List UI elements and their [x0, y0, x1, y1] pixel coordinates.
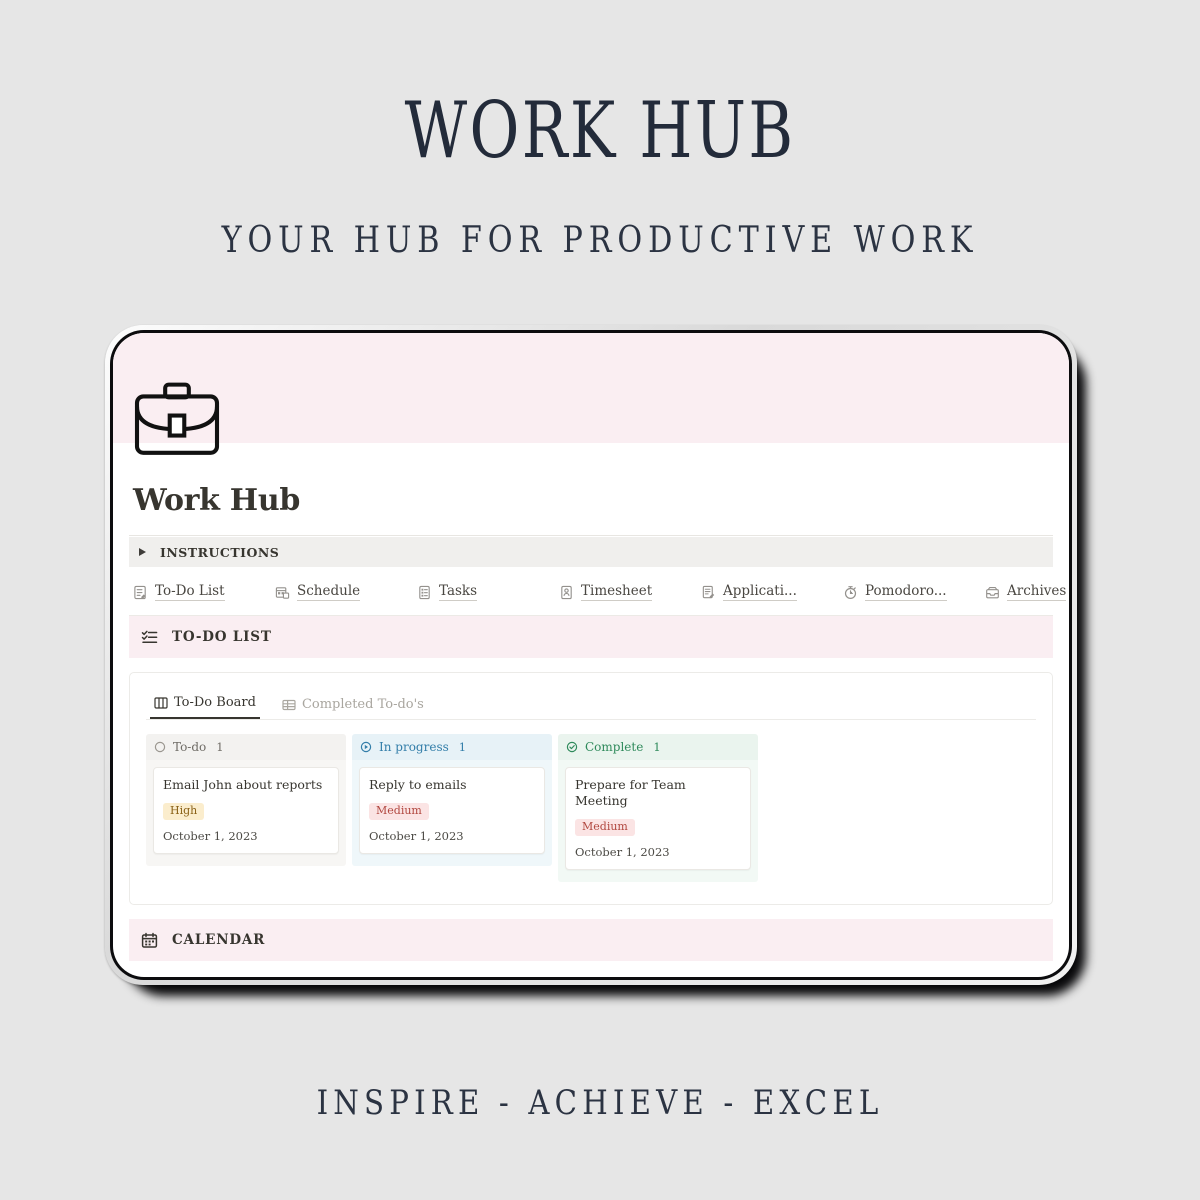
section-title: CALENDAR — [172, 932, 266, 948]
section-header-calendar: CALENDAR — [129, 919, 1053, 961]
calendar-view-label: Calendar view — [157, 975, 248, 977]
column-status-name: Complete — [585, 740, 644, 754]
page-tagline: INSPIRE - ACHIEVE - EXCEL — [316, 1083, 884, 1123]
tab-label: To-Do Board — [174, 695, 256, 710]
caret-right-icon[interactable] — [139, 548, 146, 556]
nav-item-label: Tasks — [439, 583, 478, 601]
nav-item-label: To-Do List — [155, 583, 225, 601]
kanban-column-to-do: To-do 1 Email John about reports High Oc… — [146, 734, 346, 882]
page-title: WORK HUB — [404, 86, 796, 176]
nav-item-label: Timesheet — [581, 583, 653, 601]
kanban-column-in-progress: In progress 1 Reply to emails Medium Oct… — [352, 734, 552, 882]
page-nav-row: To-Do List Schedule Tasks Timesheet Appl… — [129, 567, 1067, 616]
column-header[interactable]: In progress 1 — [352, 734, 552, 760]
circle-empty-icon — [154, 741, 166, 753]
instructions-toggle[interactable]: INSTRUCTIONS — [129, 537, 1053, 567]
nav-item-schedule[interactable]: Schedule — [275, 583, 417, 601]
nav-item-to-do-list[interactable]: To-Do List — [133, 583, 275, 601]
board-view-icon — [154, 696, 168, 710]
checklist-note-icon — [133, 585, 148, 600]
calendar-icon — [141, 932, 158, 949]
column-cards: Reply to emails Medium October 1, 2023 — [352, 760, 552, 866]
tab-to-do-board[interactable]: To-Do Board — [150, 691, 260, 719]
card-title: Prepare for Team Meeting — [575, 777, 686, 808]
timer-icon — [843, 585, 858, 600]
column-count: 1 — [458, 740, 467, 754]
column-cards: Prepare for Team Meeting Medium October … — [558, 760, 758, 882]
column-count: 1 — [216, 740, 224, 754]
nav-item-label: Schedule — [297, 583, 361, 601]
instructions-toggle-label: INSTRUCTIONS — [160, 544, 280, 560]
todo-database: To-Do Board Completed To-do's To-do 1 Em… — [129, 672, 1053, 905]
page-cover-image — [113, 333, 1069, 443]
kanban-card[interactable]: Reply to emails Medium October 1, 2023 — [359, 767, 545, 854]
circle-play-icon — [360, 741, 372, 753]
priority-badge: Medium — [575, 819, 635, 836]
calendar-blocks-icon — [275, 585, 290, 600]
device-bezel: Work Hub INSTRUCTIONS To-Do List Schedul… — [110, 330, 1072, 980]
divider — [129, 535, 1053, 536]
device-screen: Work Hub INSTRUCTIONS To-Do List Schedul… — [113, 333, 1069, 977]
column-status-name: In progress — [379, 740, 449, 754]
card-date: October 1, 2023 — [575, 845, 670, 859]
nav-item-label: Archives — [1007, 583, 1067, 601]
section-header-to-do-list: TO-DO LIST — [129, 616, 1053, 658]
nav-item-label: Applicati... — [723, 583, 797, 601]
circle-check-icon — [566, 741, 578, 753]
column-cards: Email John about reports High October 1,… — [146, 760, 346, 866]
briefcase-icon[interactable] — [131, 381, 223, 461]
tab-completed-to-dos[interactable]: Completed To-do's — [278, 693, 428, 719]
card-date: October 1, 2023 — [369, 829, 464, 843]
column-header[interactable]: Complete 1 — [558, 734, 758, 760]
tablet-device: Work Hub INSTRUCTIONS To-Do List Schedul… — [105, 325, 1077, 985]
calendar-view-icon — [135, 976, 149, 977]
kanban-card[interactable]: Email John about reports High October 1,… — [153, 767, 339, 854]
page-subtitle: YOUR HUB FOR PRODUCTIVE WORK — [221, 220, 979, 261]
calendar-view-row[interactable]: Calendar view — [129, 961, 1053, 977]
nav-item-timesheet[interactable]: Timesheet — [559, 583, 701, 601]
nav-item-pomodoro[interactable]: Pomodoro... — [843, 583, 985, 601]
application-doc-icon — [701, 585, 716, 600]
checklist-icon — [141, 629, 158, 646]
nav-item-tasks[interactable]: Tasks — [417, 583, 559, 601]
card-title: Email John about reports — [163, 777, 323, 792]
task-list-icon — [417, 585, 432, 600]
nav-item-archives[interactable]: Archives — [985, 583, 1069, 601]
priority-badge: Medium — [369, 803, 429, 820]
column-count: 1 — [653, 740, 661, 754]
card-date: October 1, 2023 — [163, 829, 258, 843]
kanban-board: To-do 1 Email John about reports High Oc… — [146, 734, 1036, 882]
archive-box-icon — [985, 585, 1000, 600]
nav-item-label: Pomodoro... — [865, 583, 947, 601]
column-header[interactable]: To-do 1 — [146, 734, 346, 760]
tab-label: Completed To-do's — [301, 697, 424, 712]
nav-item-applications[interactable]: Applicati... — [701, 583, 843, 601]
kanban-column-complete: Complete 1 Prepare for Team Meeting Medi… — [558, 734, 758, 882]
database-view-tabs: To-Do Board Completed To-do's — [146, 691, 1036, 720]
section-title: TO-DO LIST — [172, 629, 272, 645]
notion-page-title[interactable]: Work Hub — [129, 443, 1053, 519]
column-status-name: To-do — [173, 740, 207, 754]
card-title: Reply to emails — [369, 777, 467, 792]
kanban-card[interactable]: Prepare for Team Meeting Medium October … — [565, 767, 751, 870]
priority-badge: High — [163, 803, 205, 820]
timesheet-card-icon — [559, 585, 574, 600]
table-view-icon — [282, 698, 296, 712]
